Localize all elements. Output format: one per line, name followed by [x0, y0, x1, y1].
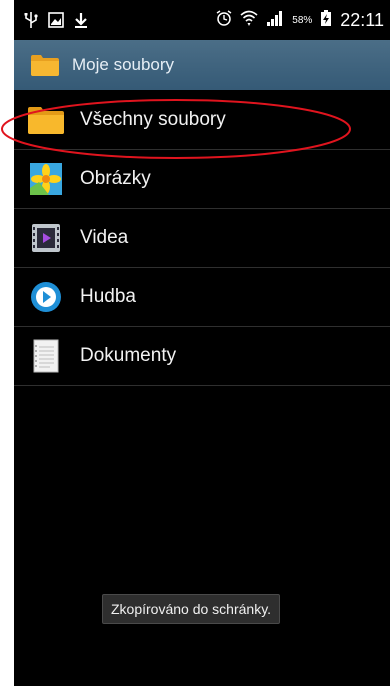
battery-percent: 58% [292, 15, 313, 26]
gallery-notification-icon [48, 12, 64, 33]
list-item-label: Obrázky [80, 168, 151, 189]
list-item-videos[interactable]: Videa [14, 209, 390, 268]
page-title: Moje soubory [72, 55, 175, 74]
signal-icon [266, 10, 284, 31]
alarm-icon [216, 10, 232, 31]
battery-charging-icon [320, 9, 332, 32]
clock-time: 22:11 [340, 10, 384, 30]
category-list: Všechny soubory Obrázky Videa Hudba Doku… [14, 91, 390, 386]
list-item-images[interactable]: Obrázky [14, 150, 390, 209]
images-icon [26, 160, 66, 198]
status-bar-right: 58% 22:11 [216, 9, 384, 32]
list-item-label: Všechny soubory [80, 109, 226, 130]
list-item-label: Dokumenty [80, 345, 177, 366]
document-icon [26, 337, 66, 375]
list-item-label: Videa [80, 227, 129, 248]
list-item-documents[interactable]: Dokumenty [14, 327, 390, 386]
download-icon [74, 12, 88, 33]
status-bar-left [24, 11, 88, 34]
list-item-label: Hudba [80, 286, 136, 307]
action-bar: Moje soubory [14, 40, 390, 90]
phone-screen: 58% 22:11 Moje soubory Všechny soubory O… [14, 0, 390, 686]
folder-icon[interactable] [30, 53, 60, 77]
video-icon [26, 219, 66, 257]
usb-icon [24, 11, 38, 34]
music-icon [26, 278, 66, 316]
status-bar: 58% 22:11 [14, 0, 390, 40]
wifi-icon [240, 9, 258, 32]
toast-message: Zkopírováno do schránky. [102, 594, 281, 624]
list-item-all-files[interactable]: Všechny soubory [14, 91, 390, 150]
list-item-music[interactable]: Hudba [14, 268, 390, 327]
folder-icon [26, 101, 66, 139]
